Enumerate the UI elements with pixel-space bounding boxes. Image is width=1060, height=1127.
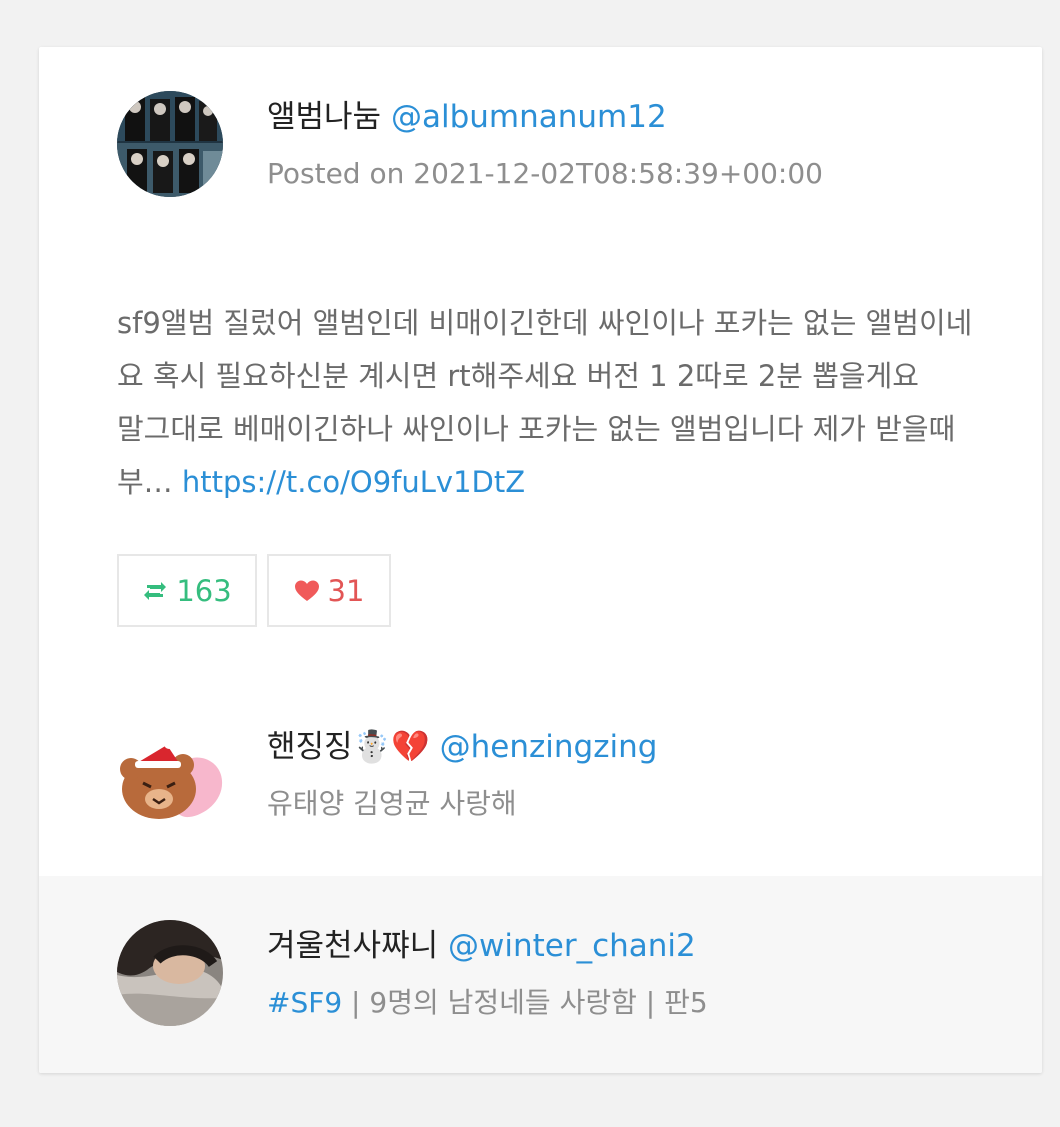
retweet-icon — [142, 579, 168, 603]
retweet-count: 163 — [176, 573, 232, 608]
user1-handle[interactable]: @henzingzing — [440, 729, 658, 765]
user2-hashtag[interactable]: #SF9 — [267, 986, 342, 1019]
author-name: 앨범나눔 — [267, 99, 382, 135]
retweet-button[interactable]: 163 — [117, 554, 257, 627]
user2-row: 겨울천사쨔니 @winter_chani2 #SF9 | 9명의 남정네들 사랑… — [39, 876, 1042, 1073]
heart-icon — [294, 579, 320, 603]
tweet-body: sf9앨범 질렀어 앨범인데 비매이긴한데 싸인이나 포카는 없는 앨범이네요 … — [117, 297, 977, 509]
user2-bio: #SF9 | 9명의 남정네들 사랑함 | 판5 — [267, 985, 708, 1021]
post-timestamp: Posted on 2021-12-02T08:58:39+00:00 — [267, 157, 823, 190]
user1-bio: 유태양 김영균 사랑해 — [267, 787, 517, 820]
tweet-text-paragraph: sf9앨범 질렀어 앨범인데 비매이긴한데 싸인이나 포카는 없는 앨범이네요 … — [117, 306, 973, 393]
user2-name: 겨울천사쨔니 — [267, 928, 439, 964]
tweet-link[interactable]: https://t.co/O9fuLv1DtZ — [182, 465, 525, 499]
user1-name-line: 핸징징☃️💔 @henzingzing — [267, 727, 657, 767]
author-handle[interactable]: @albumnanum12 — [391, 99, 667, 135]
like-count: 31 — [327, 573, 365, 608]
user2-bio-text: | 9명의 남정네들 사랑함 | 판5 — [342, 986, 708, 1019]
user2-name-line: 겨울천사쨔니 @winter_chani2 — [267, 926, 696, 966]
tweet-text-paragraph-2: 말그대로 베매이긴하나 싸인이나 포카는 없는 앨범입니다 제가 받을때부… h… — [117, 403, 977, 509]
user1-avatar[interactable] — [117, 729, 223, 835]
tweet-card: 앨범나눔 @albumnanum12 Posted on 2021-12-02T… — [39, 47, 1042, 1073]
like-button[interactable]: 31 — [267, 554, 391, 627]
author-avatar[interactable] — [117, 91, 223, 197]
user2-avatar[interactable] — [117, 920, 223, 1026]
user2-handle[interactable]: @winter_chani2 — [448, 928, 696, 964]
author-name-line: 앨범나눔 @albumnanum12 — [267, 97, 667, 137]
user1-name: 핸징징☃️💔 — [267, 729, 430, 765]
